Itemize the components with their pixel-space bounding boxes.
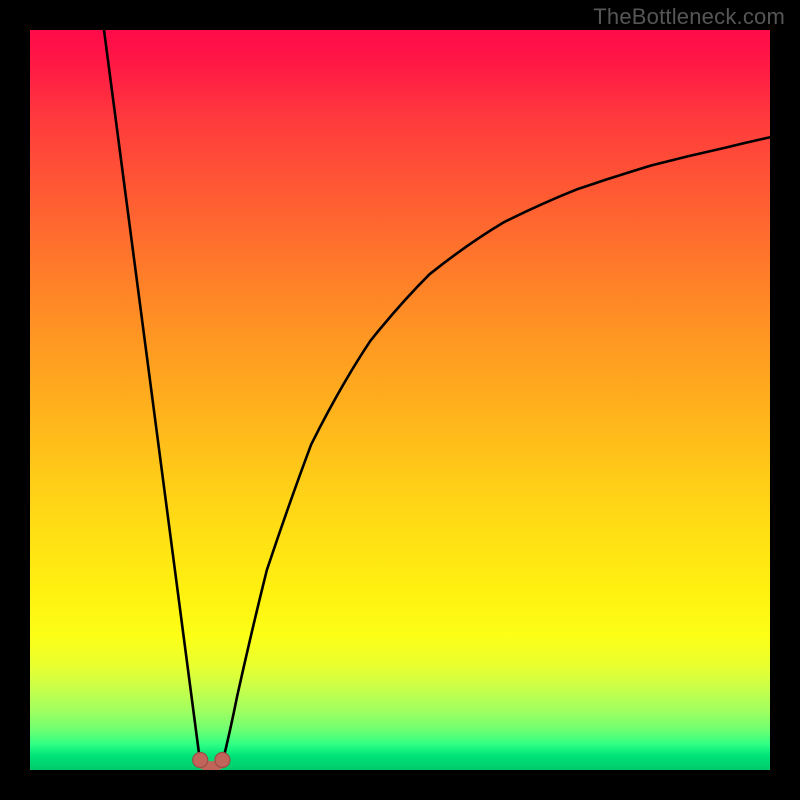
watermark-text: TheBottleneck.com — [593, 4, 785, 30]
marker-left — [193, 753, 208, 768]
marker-right — [215, 753, 230, 768]
bottleneck-curve — [30, 30, 770, 770]
chart-frame — [30, 30, 770, 770]
curve-right-arm — [222, 137, 770, 762]
curve-left-arm — [104, 30, 200, 763]
